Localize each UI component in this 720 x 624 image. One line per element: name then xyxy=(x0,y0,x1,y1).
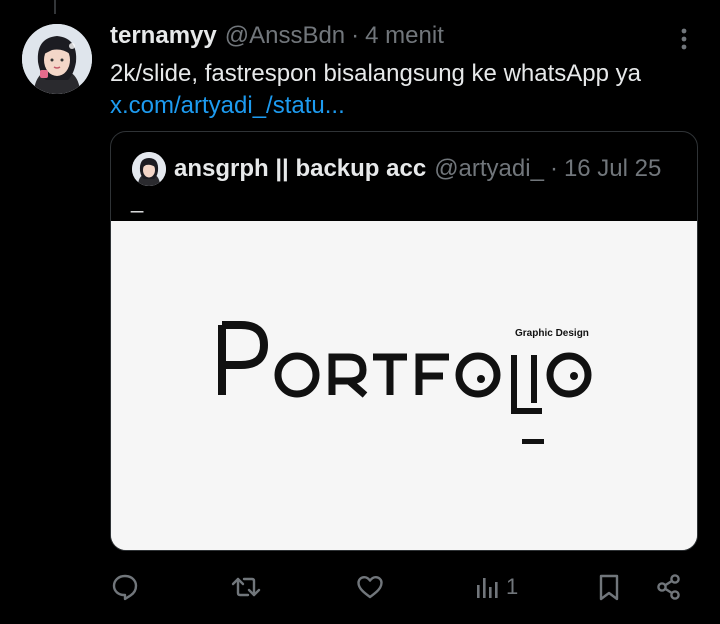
quote-avatar[interactable] xyxy=(132,152,166,186)
quote-date[interactable]: 16 Jul 25 xyxy=(564,155,661,183)
quote-separator: · xyxy=(549,155,558,182)
views-icon xyxy=(477,578,498,598)
user-handle[interactable]: @AnssBdn xyxy=(225,22,345,50)
more-icon[interactable] xyxy=(674,26,694,52)
action-bar: 1 xyxy=(0,562,720,612)
quote-handle[interactable]: @artyadi_ xyxy=(434,155,544,183)
timestamp[interactable]: 4 menit xyxy=(365,22,444,50)
reply-icon xyxy=(112,574,138,601)
quote-media-image[interactable]: Graphic Design xyxy=(111,221,697,550)
bookmark-icon xyxy=(599,574,619,601)
bookmark-button[interactable] xyxy=(596,570,622,604)
reply-button[interactable] xyxy=(110,570,140,604)
display-name[interactable]: ternamyy xyxy=(110,22,217,50)
avatar[interactable] xyxy=(22,24,92,94)
tweet-link[interactable]: x.com/artyadi_/statu... xyxy=(110,90,710,122)
thread-line xyxy=(54,0,56,14)
separator: · xyxy=(351,22,360,49)
tweet-body: 2k/slide, fastrespon bisalangsung ke wha… xyxy=(110,60,641,87)
retweet-button[interactable] xyxy=(230,570,262,604)
quoted-tweet[interactable]: ansgrph || backup acc @artyadi_ · 16 Jul… xyxy=(110,131,698,551)
like-icon xyxy=(357,576,383,599)
media-subtitle: Graphic Design xyxy=(515,328,589,339)
retweet-icon xyxy=(231,577,261,597)
like-button[interactable] xyxy=(355,570,385,604)
views-button[interactable]: 1 xyxy=(474,570,518,604)
portfolio-graphic: Graphic Design xyxy=(111,221,697,550)
share-icon xyxy=(657,574,680,600)
tweet[interactable]: ternamyy @AnssBdn · 4 menit 2k/slide, fa… xyxy=(0,0,720,624)
tweet-header: ternamyy @AnssBdn · 4 menit xyxy=(110,20,444,52)
views-count: 1 xyxy=(506,574,519,599)
quote-display-name[interactable]: ansgrph || backup acc xyxy=(174,155,426,183)
share-button[interactable] xyxy=(654,570,684,604)
tweet-text: 2k/slide, fastrespon bisalangsung ke wha… xyxy=(110,58,710,122)
quote-header: ansgrph || backup acc @artyadi_ · 16 Jul… xyxy=(174,154,661,184)
quote-text: _ xyxy=(131,188,144,213)
